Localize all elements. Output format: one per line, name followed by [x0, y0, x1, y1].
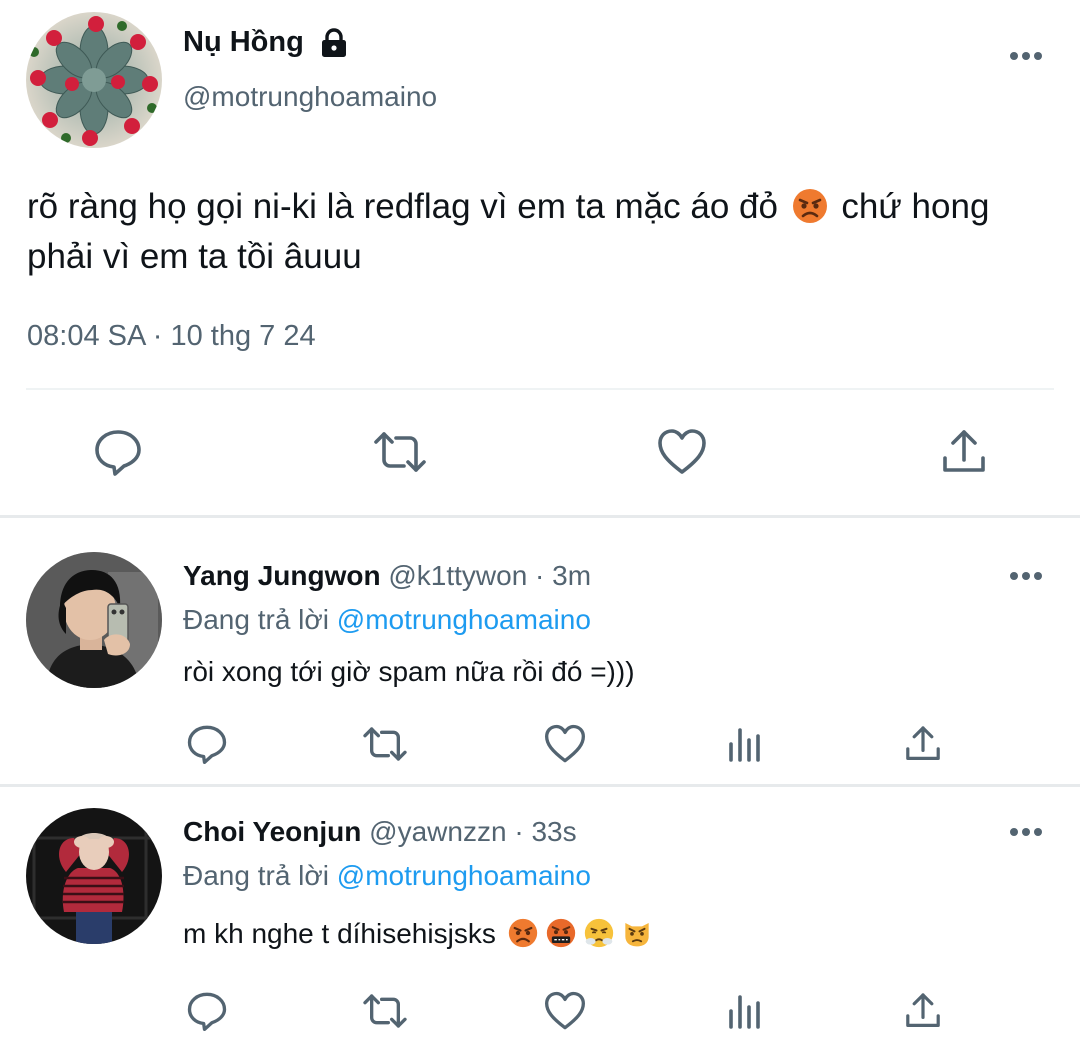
share-icon: [906, 993, 940, 1027]
share-button[interactable]: [936, 426, 992, 478]
reply-button[interactable]: [184, 989, 230, 1033]
like-button[interactable]: [654, 426, 710, 478]
analytics-icon: [729, 728, 760, 762]
reply-button[interactable]: [184, 722, 230, 766]
reply-icon: [95, 430, 141, 476]
views-button[interactable]: [722, 989, 768, 1033]
display-name[interactable]: Nụ Hồng: [183, 26, 304, 59]
reply-tweet: Yang Jungwon @k1ttywon · 3m Đang trả lời…: [0, 518, 1080, 784]
lock-icon: [322, 28, 346, 57]
share-button[interactable]: [900, 989, 946, 1033]
separator: ·: [535, 560, 545, 591]
share-button[interactable]: [900, 722, 946, 766]
tweet-text-part: rõ ràng họ gọi ni-ki là redflag vì em ta…: [27, 187, 778, 226]
share-icon: [943, 430, 985, 472]
cursing-face-icon: [546, 918, 575, 948]
retweet-icon: [363, 994, 407, 1028]
time[interactable]: 3m: [552, 560, 591, 591]
replying-label: Đang trả lời: [183, 860, 329, 891]
reply-tweet: Choi Yeonjun @yawnzzn · 33s Đang trả lời…: [0, 787, 1080, 1056]
reply-icon: [187, 992, 227, 1031]
mention-link[interactable]: @motrunghoamaino: [337, 604, 591, 635]
retweet-button[interactable]: [368, 426, 432, 478]
analytics-icon: [729, 995, 760, 1029]
timestamp[interactable]: 08:04 SA · 10 thg 7 24: [27, 320, 316, 353]
avatar[interactable]: [26, 552, 162, 688]
replying-to: Đang trả lời @motrunghoamaino: [183, 604, 591, 636]
pouting-cat-face-icon: [624, 923, 649, 947]
like-button[interactable]: [542, 722, 588, 766]
avatar[interactable]: [26, 808, 162, 944]
tweet-text: rõ ràng họ gọi ni-ki là redflag vì em ta…: [27, 182, 1057, 282]
more-icon[interactable]: [1008, 826, 1044, 838]
mention-link[interactable]: @motrunghoamaino: [337, 860, 591, 891]
like-button[interactable]: [542, 989, 588, 1033]
angry-face-icon: [792, 189, 827, 223]
views-button[interactable]: [722, 722, 768, 766]
handle[interactable]: @motrunghoamaino: [183, 81, 437, 113]
main-tweet: Nụ Hồng @motrunghoamaino rõ ràng họ gọi …: [0, 0, 1080, 516]
share-icon: [906, 726, 940, 760]
more-icon[interactable]: [1008, 50, 1044, 62]
replying-label: Đang trả lời: [183, 604, 329, 635]
display-name[interactable]: Yang Jungwon: [183, 560, 381, 591]
angry-face-icon: [508, 918, 537, 948]
avatar[interactable]: [26, 12, 162, 148]
handle[interactable]: @yawnzzn: [369, 816, 506, 847]
reply-header: Yang Jungwon @k1ttywon · 3m: [183, 560, 591, 592]
heart-icon: [658, 429, 706, 474]
handle[interactable]: @k1ttywon: [388, 560, 527, 591]
display-name[interactable]: Choi Yeonjun: [183, 816, 361, 847]
retweet-icon: [363, 727, 407, 761]
more-icon[interactable]: [1008, 570, 1044, 582]
reply-text-part: m kh nghe t díhisehisjsks: [183, 918, 496, 949]
time[interactable]: 33s: [531, 816, 576, 847]
steam-nose-face-icon: [584, 918, 613, 948]
retweet-icon: [374, 432, 426, 472]
replying-to: Đang trả lời @motrunghoamaino: [183, 860, 591, 892]
reply-icon: [187, 725, 227, 764]
retweet-button[interactable]: [358, 989, 412, 1033]
separator: ·: [514, 816, 524, 847]
divider: [26, 388, 1054, 390]
retweet-button[interactable]: [358, 722, 412, 766]
heart-icon: [545, 991, 585, 1030]
reply-header: Choi Yeonjun @yawnzzn · 33s: [183, 816, 577, 848]
reply-text: m kh nghe t díhisehisjsks: [183, 918, 656, 950]
heart-icon: [545, 724, 585, 763]
reply-button[interactable]: [90, 426, 146, 478]
reply-text: ròi xong tới giờ spam nữa rồi đó =))): [183, 656, 635, 687]
